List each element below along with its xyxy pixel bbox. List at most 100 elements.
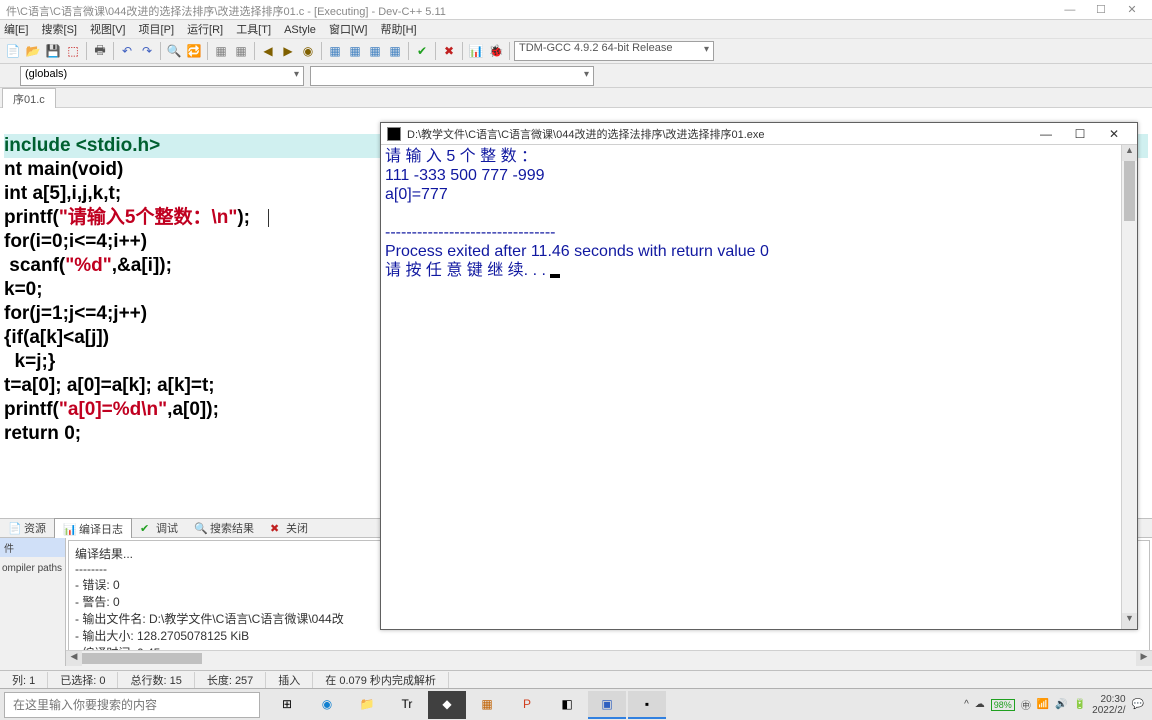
- category-list[interactable]: 件 ompiler paths: [0, 538, 66, 666]
- tab-close[interactable]: ✖关闭: [262, 518, 316, 538]
- scroll-thumb[interactable]: [82, 653, 202, 664]
- console-scroll-thumb[interactable]: [1124, 161, 1135, 221]
- debug-icon[interactable]: 🐞: [487, 42, 505, 60]
- menu-help[interactable]: 帮助[H]: [381, 24, 417, 36]
- notification-icon[interactable]: 💬: [1132, 699, 1144, 710]
- app-title: 件\C语言\C语言微课\044改进的选择法排序\改进选择排序01.c - [Ex…: [6, 3, 446, 16]
- grid4-icon[interactable]: ▦: [386, 42, 404, 60]
- scope-combo[interactable]: (globals): [20, 66, 304, 86]
- status-lines: 总行数: 15: [118, 672, 194, 688]
- bookmark-icon[interactable]: ◉: [299, 42, 317, 60]
- error-icon[interactable]: ✖: [440, 42, 458, 60]
- status-col: 列: 1: [0, 672, 48, 688]
- menu-view[interactable]: 视图[V]: [90, 24, 125, 36]
- compiler-select[interactable]: TDM-GCC 4.9.2 64-bit Release: [514, 41, 714, 61]
- status-len: 长度: 257: [195, 672, 266, 688]
- print-icon[interactable]: 🖶: [91, 42, 109, 60]
- powerpoint-icon[interactable]: P: [508, 691, 546, 719]
- console-vscroll[interactable]: ▲ ▼: [1121, 145, 1137, 629]
- minimize-button[interactable]: —: [1056, 4, 1084, 16]
- maximize-button[interactable]: ☐: [1087, 3, 1115, 16]
- console-maximize[interactable]: ☐: [1063, 127, 1097, 141]
- onedrive-icon[interactable]: ☁: [975, 699, 985, 710]
- open-icon[interactable]: 📂: [24, 42, 42, 60]
- check-icon: ✔: [140, 522, 152, 534]
- status-ins: 插入: [266, 672, 313, 688]
- scroll-left-icon[interactable]: ◀: [66, 651, 82, 666]
- replace-icon[interactable]: 🔁: [185, 42, 203, 60]
- file-tab[interactable]: 序01.c: [2, 88, 56, 109]
- scroll-down-icon[interactable]: ▼: [1122, 613, 1137, 629]
- edge-icon[interactable]: ◉: [308, 691, 346, 719]
- compile-icon[interactable]: ▦: [212, 42, 230, 60]
- statusbar: 列: 1 已选择: 0 总行数: 15 长度: 257 插入 在 0.079 秒…: [0, 670, 1152, 688]
- explorer-icon[interactable]: 📁: [348, 691, 386, 719]
- find-icon[interactable]: 🔍: [165, 42, 183, 60]
- menu-astyle[interactable]: AStyle: [284, 24, 316, 36]
- ime-icon[interactable]: ㊥: [1021, 697, 1031, 712]
- status-parse: 在 0.079 秒内完成解析: [313, 672, 449, 688]
- volume-icon[interactable]: 🔊: [1055, 699, 1067, 710]
- cat-item-a[interactable]: 件: [0, 538, 65, 557]
- app3-icon[interactable]: ▦: [468, 691, 506, 719]
- tab-search-results[interactable]: 🔍搜索结果: [186, 518, 262, 538]
- tab-resources[interactable]: 📄资源: [0, 518, 54, 538]
- grid3-icon[interactable]: ▦: [366, 42, 384, 60]
- close-button[interactable]: ✕: [1118, 3, 1146, 16]
- power-icon[interactable]: 🔋: [1074, 699, 1086, 710]
- taskbar: ⊞ ◉ 📁 Tr ◆ ▦ P ◧ ▣ ▪ ^ ☁ 98% ㊥ 📶 🔊 🔋 20:…: [0, 688, 1152, 720]
- app4-icon[interactable]: ◧: [548, 691, 586, 719]
- system-tray[interactable]: ^ ☁ 98% ㊥ 📶 🔊 🔋 20:302022/2/ 💬: [956, 694, 1152, 716]
- save-icon[interactable]: 💾: [44, 42, 62, 60]
- battery-icon[interactable]: 98%: [991, 699, 1015, 711]
- menu-search[interactable]: 搜索[S]: [42, 24, 77, 36]
- text-caret: [268, 209, 270, 227]
- console-minimize[interactable]: —: [1029, 127, 1063, 141]
- scroll-up-icon[interactable]: ▲: [1122, 145, 1137, 161]
- console-output[interactable]: 请 输 入 5 个 整 数 ： 111 -333 500 777 -999 a[…: [381, 145, 1137, 629]
- task-view-icon[interactable]: ⊞: [268, 691, 306, 719]
- tray-up-icon[interactable]: ^: [964, 699, 969, 710]
- menu-project[interactable]: 项目[P]: [139, 24, 174, 36]
- back-icon[interactable]: ◀: [259, 42, 277, 60]
- menubar: 编[E] 搜索[S] 视图[V] 项目[P] 运行[R] 工具[T] AStyl…: [0, 20, 1152, 38]
- file-tabstrip: 序01.c: [0, 88, 1152, 108]
- undo-icon[interactable]: ↶: [118, 42, 136, 60]
- console-task-icon[interactable]: ▪: [628, 691, 666, 719]
- console-titlebar[interactable]: D:\教学文件\C语言\C语言微课\044改进的选择法排序\改进选择排序01.e…: [381, 123, 1137, 145]
- tab-compile-log[interactable]: 📊编译日志: [54, 518, 132, 539]
- tab-debug[interactable]: ✔调试: [132, 518, 186, 538]
- devcpp-icon[interactable]: ▣: [588, 691, 626, 719]
- taskbar-search[interactable]: [4, 692, 260, 718]
- hscrollbar[interactable]: ◀ ▶: [66, 650, 1152, 666]
- app-titlebar: 件\C语言\C语言微课\044改进的选择法排序\改进选择排序01.c - [Ex…: [0, 0, 1152, 20]
- exe-icon: [387, 127, 401, 141]
- scroll-right-icon[interactable]: ▶: [1136, 651, 1152, 666]
- wifi-icon[interactable]: 📶: [1037, 699, 1049, 710]
- status-sel: 已选择: 0: [48, 672, 118, 688]
- menu-tools[interactable]: 工具[T]: [236, 24, 271, 36]
- check-icon[interactable]: ✔: [413, 42, 431, 60]
- menu-edit[interactable]: 编[E]: [4, 24, 28, 36]
- redo-icon[interactable]: ↷: [138, 42, 156, 60]
- run-icon[interactable]: ▦: [232, 42, 250, 60]
- console-cursor: [550, 274, 560, 278]
- taskbar-clock[interactable]: 20:302022/2/: [1092, 694, 1125, 716]
- cat-item-b[interactable]: ompiler paths: [0, 557, 65, 580]
- grid1-icon[interactable]: ▦: [326, 42, 344, 60]
- saveall-icon[interactable]: ⬚: [64, 42, 82, 60]
- member-combo[interactable]: [310, 66, 594, 86]
- search-icon: 🔍: [194, 522, 206, 534]
- console-close[interactable]: ✕: [1097, 127, 1131, 141]
- grid2-icon[interactable]: ▦: [346, 42, 364, 60]
- main-toolbar: 📄 📂 💾 ⬚ 🖶 ↶ ↷ 🔍 🔁 ▦ ▦ ◀ ▶ ◉ ▦ ▦ ▦ ▦ ✔ ✖ …: [0, 38, 1152, 64]
- menu-run[interactable]: 运行[R]: [187, 24, 223, 36]
- app2-icon[interactable]: ◆: [428, 691, 466, 719]
- doc-icon: 📄: [8, 522, 20, 534]
- app1-icon[interactable]: Tr: [388, 691, 426, 719]
- new-icon[interactable]: 📄: [4, 42, 22, 60]
- console-window: D:\教学文件\C语言\C语言微课\044改进的选择法排序\改进选择排序01.e…: [380, 122, 1138, 630]
- fwd-icon[interactable]: ▶: [279, 42, 297, 60]
- menu-window[interactable]: 窗口[W]: [329, 24, 368, 36]
- profile-icon[interactable]: 📊: [467, 42, 485, 60]
